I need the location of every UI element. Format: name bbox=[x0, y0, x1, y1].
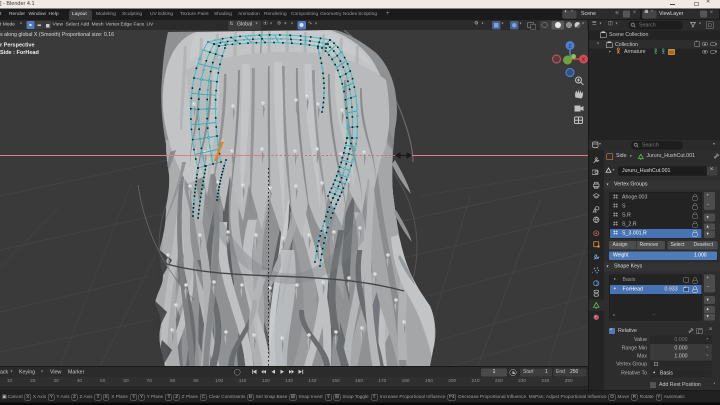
svg-text:x: x bbox=[582, 57, 585, 63]
svg-text:z: z bbox=[569, 44, 572, 50]
